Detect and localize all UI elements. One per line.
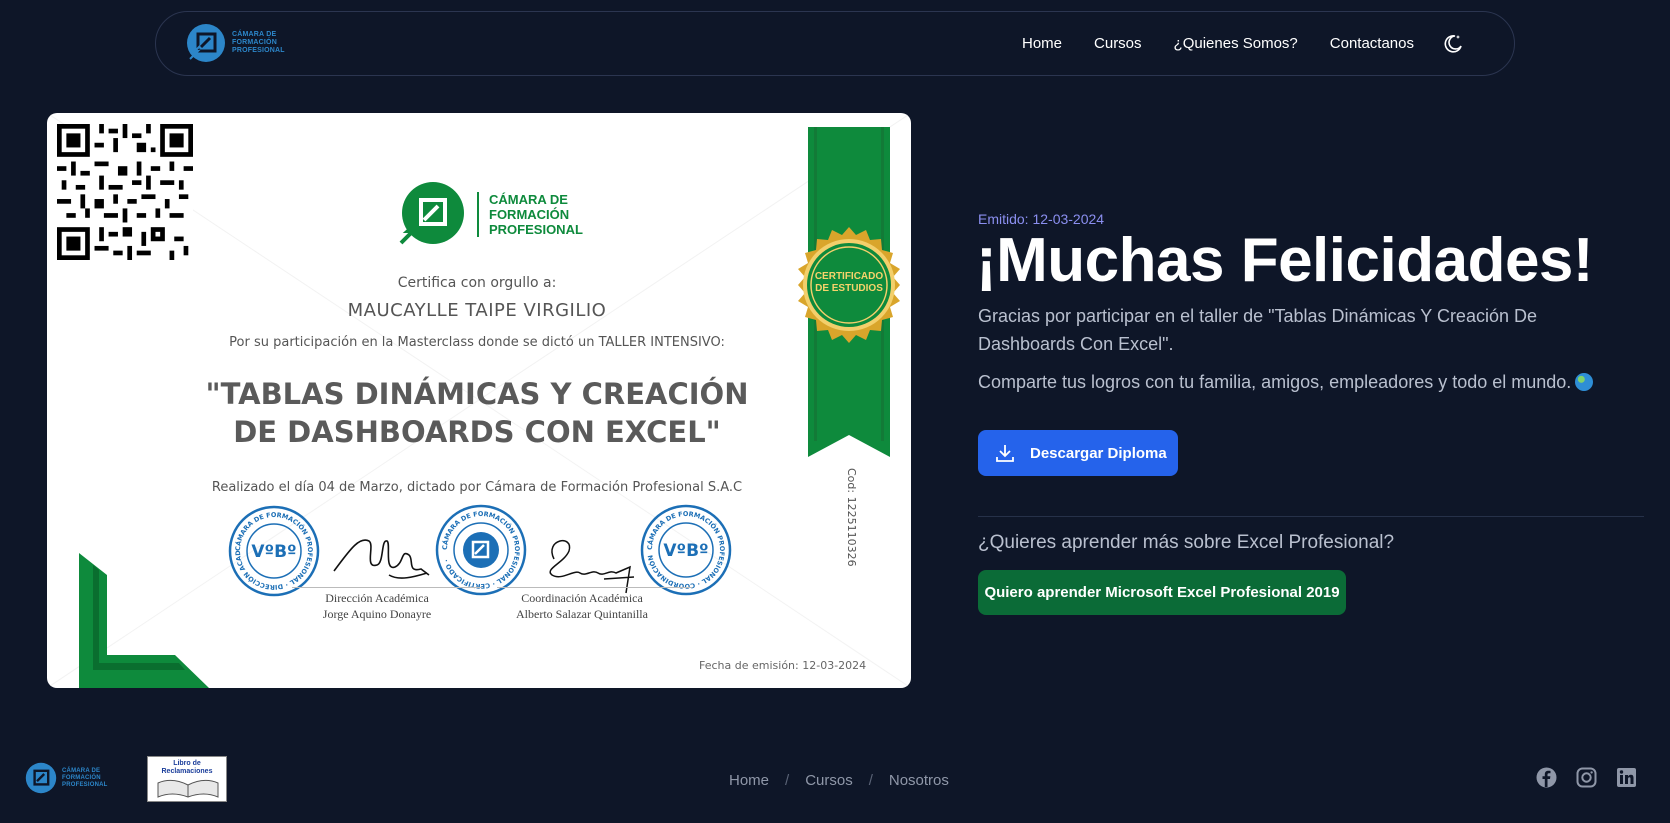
- libro-reclamaciones-text: Libro de Reclamaciones: [161, 760, 213, 775]
- download-icon: [996, 445, 1014, 462]
- share-message: Comparte tus logros con tu familia, amig…: [978, 372, 1594, 393]
- seal-line-1: CERTIFICADO: [814, 271, 884, 282]
- brand-logo[interactable]: CÁMARA DE FORMACIÓN PROFESIONAL: [186, 23, 285, 63]
- stamp-right-vobo: VºBº: [663, 541, 708, 561]
- footer-nav: Home / Cursos / Nosotros: [729, 772, 949, 789]
- footer-link-nosotros[interactable]: Nosotros: [889, 772, 949, 789]
- certificate-image: CÁMARA DE FORMACIÓN PROFESIONAL Certific…: [47, 113, 911, 688]
- signer-2-caption: Coordinación Académica Alberto Salazar Q…: [482, 590, 682, 622]
- footer-link-cursos[interactable]: Cursos: [805, 772, 853, 789]
- course-title: "TABLAS DINÁMICAS Y CREACIÓN DE DASHBOAR…: [47, 375, 907, 451]
- nav-links: Home Cursos ¿Quienes Somos? Contactanos: [1022, 12, 1414, 75]
- brand-logo-icon: [187, 24, 225, 62]
- top-navbar: CÁMARA DE FORMACIÓN PROFESIONAL Home Cur…: [155, 11, 1515, 76]
- signature-line-right: [497, 587, 692, 588]
- nav-link-home[interactable]: Home: [1022, 35, 1062, 52]
- seal-line-2: DE ESTUDIOS: [815, 283, 883, 294]
- footer-logo[interactable]: CÁMARA DE FORMACIÓN PROFESIONAL: [25, 762, 108, 794]
- download-button-label: Descargar Diploma: [1030, 444, 1167, 462]
- brand-logo-text: CÁMARA DE FORMACIÓN PROFESIONAL: [232, 31, 285, 54]
- linkedin-icon[interactable]: [1616, 767, 1637, 788]
- qr-code[interactable]: [57, 124, 193, 260]
- social-links: [1536, 767, 1637, 788]
- brand-logo-icon: [399, 182, 464, 245]
- footer-logo-text: CÁMARA DE FORMACIÓN PROFESIONAL: [62, 767, 108, 788]
- moon-stars-icon[interactable]: [1442, 32, 1464, 54]
- learn-more-question: ¿Quieres aprender más sobre Excel Profes…: [978, 532, 1395, 553]
- globe-icon: [1575, 373, 1594, 391]
- signer-2-name: Alberto Salazar Quintanilla: [516, 607, 648, 621]
- share-text: Comparte tus logros con tu familia, amig…: [978, 372, 1572, 392]
- learn-excel-button[interactable]: Quiero aprender Microsoft Excel Profesio…: [978, 570, 1346, 615]
- page-title: ¡Muchas Felicidades!: [976, 226, 1594, 295]
- realizado-text: Realizado el día 04 de Marzo, dictado po…: [211, 480, 743, 495]
- footer-link-home[interactable]: Home: [729, 772, 769, 789]
- course-title-line-1: "TABLAS DINÁMICAS Y CREACIÓN: [205, 377, 749, 411]
- libro-reclamaciones-link[interactable]: Libro de Reclamaciones: [147, 756, 227, 802]
- thanks-message: Gracias por participar en el taller de "…: [978, 306, 1537, 354]
- footer-separator: /: [868, 772, 873, 789]
- instagram-icon[interactable]: [1576, 767, 1597, 788]
- nav-link-cursos[interactable]: Cursos: [1094, 35, 1142, 52]
- vobo-stamp-left: CÁMARA DE FORMACIÓN PROFESIONAL · DIRECC…: [225, 498, 320, 597]
- signature-coordinacion: [549, 540, 635, 594]
- signer-1-caption: Dirección Académica Jorge Aquino Donayre: [277, 590, 477, 622]
- nav-link-quienes-somos[interactable]: ¿Quienes Somos?: [1174, 35, 1298, 52]
- signature-direccion: [333, 539, 430, 579]
- signer-1-name: Jorge Aquino Donayre: [322, 607, 432, 621]
- facebook-icon[interactable]: [1536, 767, 1557, 788]
- stamp-left-vobo: VºBº: [251, 542, 296, 562]
- certificado-seal: CERTIFICADO DE ESTUDIOS: [789, 225, 909, 345]
- open-book-icon: [157, 779, 219, 798]
- certificate-code: Cod: 1225110326: [845, 468, 858, 567]
- signature-line-left: [292, 587, 482, 588]
- footer-separator: /: [785, 772, 790, 789]
- brand-logo-icon: [25, 762, 57, 794]
- certifica-text: Certifica con orgullo a:: [397, 275, 557, 291]
- green-corner-decoration: [79, 553, 209, 688]
- emission-date: Fecha de emisión: 12-03-2024: [699, 659, 867, 672]
- section-divider: [978, 516, 1644, 517]
- signer-1-role: Dirección Académica: [325, 591, 429, 605]
- course-title-line-2: DE DASHBOARDS CON EXCEL": [233, 415, 721, 449]
- recipient-name: MAUCAYLLE TAIPE VIRGILIO: [347, 300, 607, 321]
- certificate-logo: CÁMARA DE FORMACIÓN PROFESIONAL: [397, 181, 583, 247]
- certificate-logo-text: CÁMARA DE FORMACIÓN PROFESIONAL: [477, 191, 583, 237]
- download-diploma-button[interactable]: Descargar Diploma: [978, 430, 1178, 476]
- vobo-stamp-right: CÁMARA DE FORMACIÓN PROFESIONAL · COORDI…: [637, 497, 732, 596]
- signer-2-role: Coordinación Académica: [521, 591, 643, 605]
- participation-text: Por su participación en la Masterclass d…: [229, 335, 725, 350]
- nav-link-contactanos[interactable]: Contactanos: [1330, 35, 1414, 52]
- certificado-stamp-center: CÁMARA DE FORMACIÓN PROFESIONAL · CERTIF…: [435, 504, 527, 596]
